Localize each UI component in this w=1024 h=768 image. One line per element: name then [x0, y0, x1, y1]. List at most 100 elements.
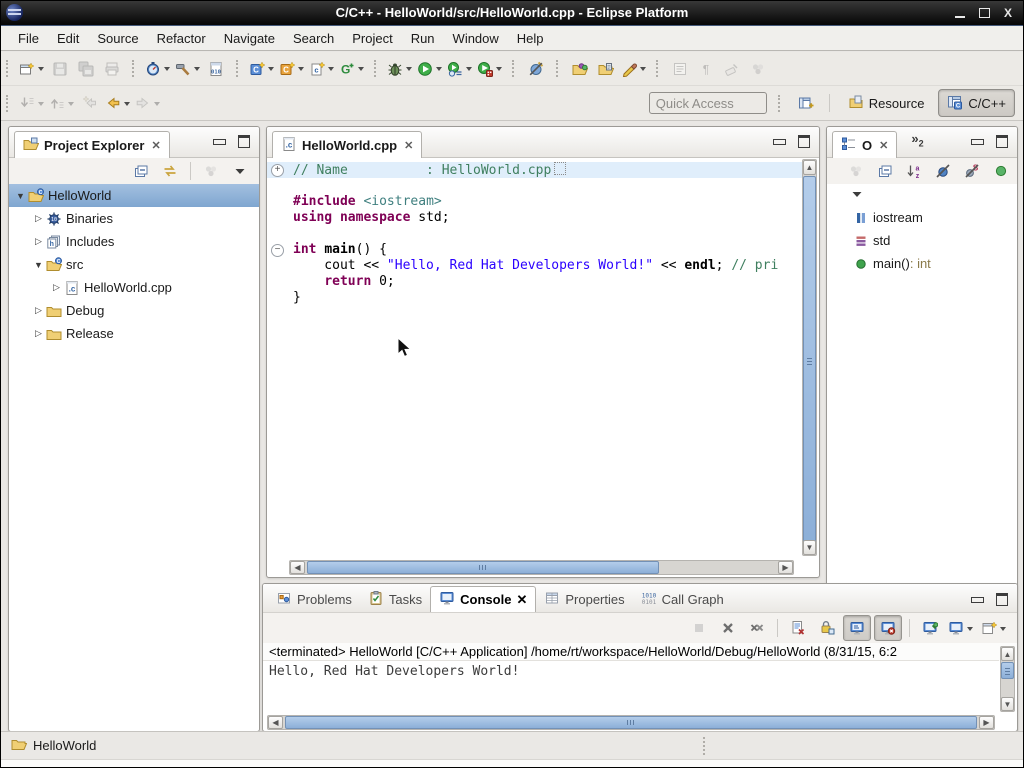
expand-arrow-icon[interactable]: ▷	[51, 282, 62, 293]
maximize-editor-button[interactable]	[798, 135, 810, 148]
menu-project[interactable]: Project	[343, 28, 401, 49]
code-line[interactable]: // Name : HelloWorld.cpp	[267, 162, 802, 178]
quick-access-input[interactable]	[649, 92, 767, 114]
pin-console-button[interactable]	[917, 616, 943, 640]
menu-help[interactable]: Help	[508, 28, 553, 49]
window-maximize-button[interactable]	[979, 8, 990, 18]
chevron-down-icon[interactable]	[640, 67, 646, 74]
collapse-arrow-icon[interactable]: ▼	[33, 260, 44, 270]
perspective-button-cpp[interactable]: C C/C++	[938, 89, 1015, 117]
maximize-view-button[interactable]	[238, 135, 250, 148]
display-console-button[interactable]	[946, 616, 976, 640]
minimize-editor-button[interactable]	[773, 139, 786, 145]
menu-search[interactable]: Search	[284, 28, 343, 49]
new-c-class-button[interactable]: C	[277, 57, 307, 81]
code-line[interactable]: int main() {	[267, 242, 802, 258]
tree-item-release[interactable]: ▷Release	[9, 322, 259, 345]
minimize-view-button[interactable]	[971, 597, 984, 603]
expand-arrow-icon[interactable]: ▷	[33, 305, 44, 316]
minimize-view-button[interactable]	[971, 139, 984, 145]
tree-item-debug[interactable]: ▷Debug	[9, 299, 259, 322]
scroll-down-button[interactable]: ▼	[803, 540, 816, 555]
show-stderr-button[interactable]	[874, 615, 902, 641]
editor-vscroll-thumb[interactable]	[803, 176, 816, 546]
tab-tasks[interactable]: Tasks	[360, 587, 430, 612]
view-menu-icon[interactable]	[849, 186, 865, 205]
hide-nonpublic-button[interactable]	[988, 159, 1014, 183]
code-line[interactable]	[267, 178, 802, 194]
run-button[interactable]	[415, 57, 445, 81]
chevron-down-icon[interactable]	[164, 67, 170, 74]
expand-arrow-icon[interactable]: ▷	[33, 328, 44, 339]
chevron-down-icon[interactable]	[268, 67, 274, 74]
window-minimize-button[interactable]	[955, 16, 965, 18]
tab-project-explorer[interactable]: Project Explorer ✕	[14, 131, 170, 158]
run-history-button[interactable]	[445, 57, 475, 81]
window-close-button[interactable]: X	[1004, 8, 1012, 18]
back-button[interactable]	[103, 91, 133, 115]
code-line[interactable]: using namespace std;	[267, 210, 802, 226]
close-icon[interactable]: ✕	[879, 139, 888, 152]
scroll-left-button[interactable]: ◀	[290, 561, 305, 574]
code-line[interactable]: #include <iostream>	[267, 194, 802, 210]
console-hscroll-thumb[interactable]	[285, 716, 977, 729]
toolbar-handle[interactable]	[512, 60, 516, 77]
collapse-all-button[interactable]	[128, 159, 154, 183]
toggle-marker-button[interactable]	[523, 57, 549, 81]
profile-button[interactable]	[475, 57, 505, 81]
fold-expand-icon[interactable]: +	[271, 164, 284, 177]
new-make-target-button[interactable]: G	[337, 57, 367, 81]
chevron-down-icon[interactable]	[967, 627, 973, 634]
stopwatch-button[interactable]	[143, 57, 173, 81]
outline-item-main[interactable]: main() : int	[827, 252, 1017, 275]
chevron-down-icon[interactable]	[328, 67, 334, 74]
menu-refactor[interactable]: Refactor	[148, 28, 215, 49]
editor-vscrollbar[interactable]: ▲ ▼	[802, 159, 817, 556]
outline-item-std[interactable]: std	[827, 229, 1017, 252]
scroll-lock-button[interactable]	[814, 616, 840, 640]
open-perspective-button[interactable]	[793, 91, 819, 115]
open-resource-button[interactable]	[593, 57, 619, 81]
hide-static-button[interactable]: S	[959, 159, 985, 183]
maximize-view-button[interactable]	[996, 135, 1008, 148]
tab-problems[interactable]: Problems	[268, 587, 360, 612]
code-line[interactable]: }	[267, 290, 802, 306]
debug-bug-button[interactable]	[385, 57, 415, 81]
scroll-right-button[interactable]: ▶	[778, 561, 793, 574]
remove-button[interactable]	[715, 616, 741, 640]
new-wizard-button[interactable]	[17, 57, 47, 81]
pen-button[interactable]	[619, 57, 649, 81]
open-element-button[interactable]	[567, 57, 593, 81]
hide-fields-button[interactable]	[930, 159, 956, 183]
menu-source[interactable]: Source	[88, 28, 147, 49]
tab-outline[interactable]: O ✕	[832, 131, 897, 158]
maximize-view-button[interactable]	[996, 593, 1008, 606]
fold-collapse-icon[interactable]: −	[271, 244, 284, 257]
build-hammer-button[interactable]	[173, 57, 203, 81]
binary-file-button[interactable]: 010	[203, 57, 229, 81]
close-icon[interactable]: ✕	[516, 592, 527, 608]
scroll-down-button[interactable]: ▼	[1001, 697, 1014, 711]
code-editor[interactable]: // Name : HelloWorld.cpp #include <iostre…	[267, 158, 802, 558]
close-icon[interactable]: ✕	[151, 139, 160, 152]
scroll-up-button[interactable]: ▲	[803, 160, 816, 175]
folded-region-box[interactable]	[554, 162, 566, 175]
link-editor-button[interactable]	[157, 159, 183, 183]
tab-editor-helloworld-cpp[interactable]: .c HelloWorld.cpp ✕	[272, 131, 422, 158]
toolbar-handle[interactable]	[778, 95, 782, 112]
menu-file[interactable]: File	[9, 28, 48, 49]
console-vscroll-thumb[interactable]	[1001, 662, 1014, 679]
tree-item-binaries[interactable]: ▷10Binaries	[9, 207, 259, 230]
open-console-button[interactable]	[979, 616, 1009, 640]
chevron-down-icon[interactable]	[496, 67, 502, 74]
chevron-down-icon[interactable]	[38, 67, 44, 74]
remove-all-button[interactable]	[744, 616, 770, 640]
expand-arrow-icon[interactable]: ▷	[33, 213, 44, 224]
chevron-down-icon[interactable]	[406, 67, 412, 74]
editor-hscrollbar[interactable]: ◀ ▶	[289, 560, 794, 575]
menu-navigate[interactable]: Navigate	[215, 28, 284, 49]
tab-properties[interactable]: Properties	[536, 587, 632, 612]
new-c-project-button[interactable]: C	[247, 57, 277, 81]
toolbar-handle[interactable]	[132, 60, 136, 77]
chevron-down-icon[interactable]	[68, 102, 74, 109]
